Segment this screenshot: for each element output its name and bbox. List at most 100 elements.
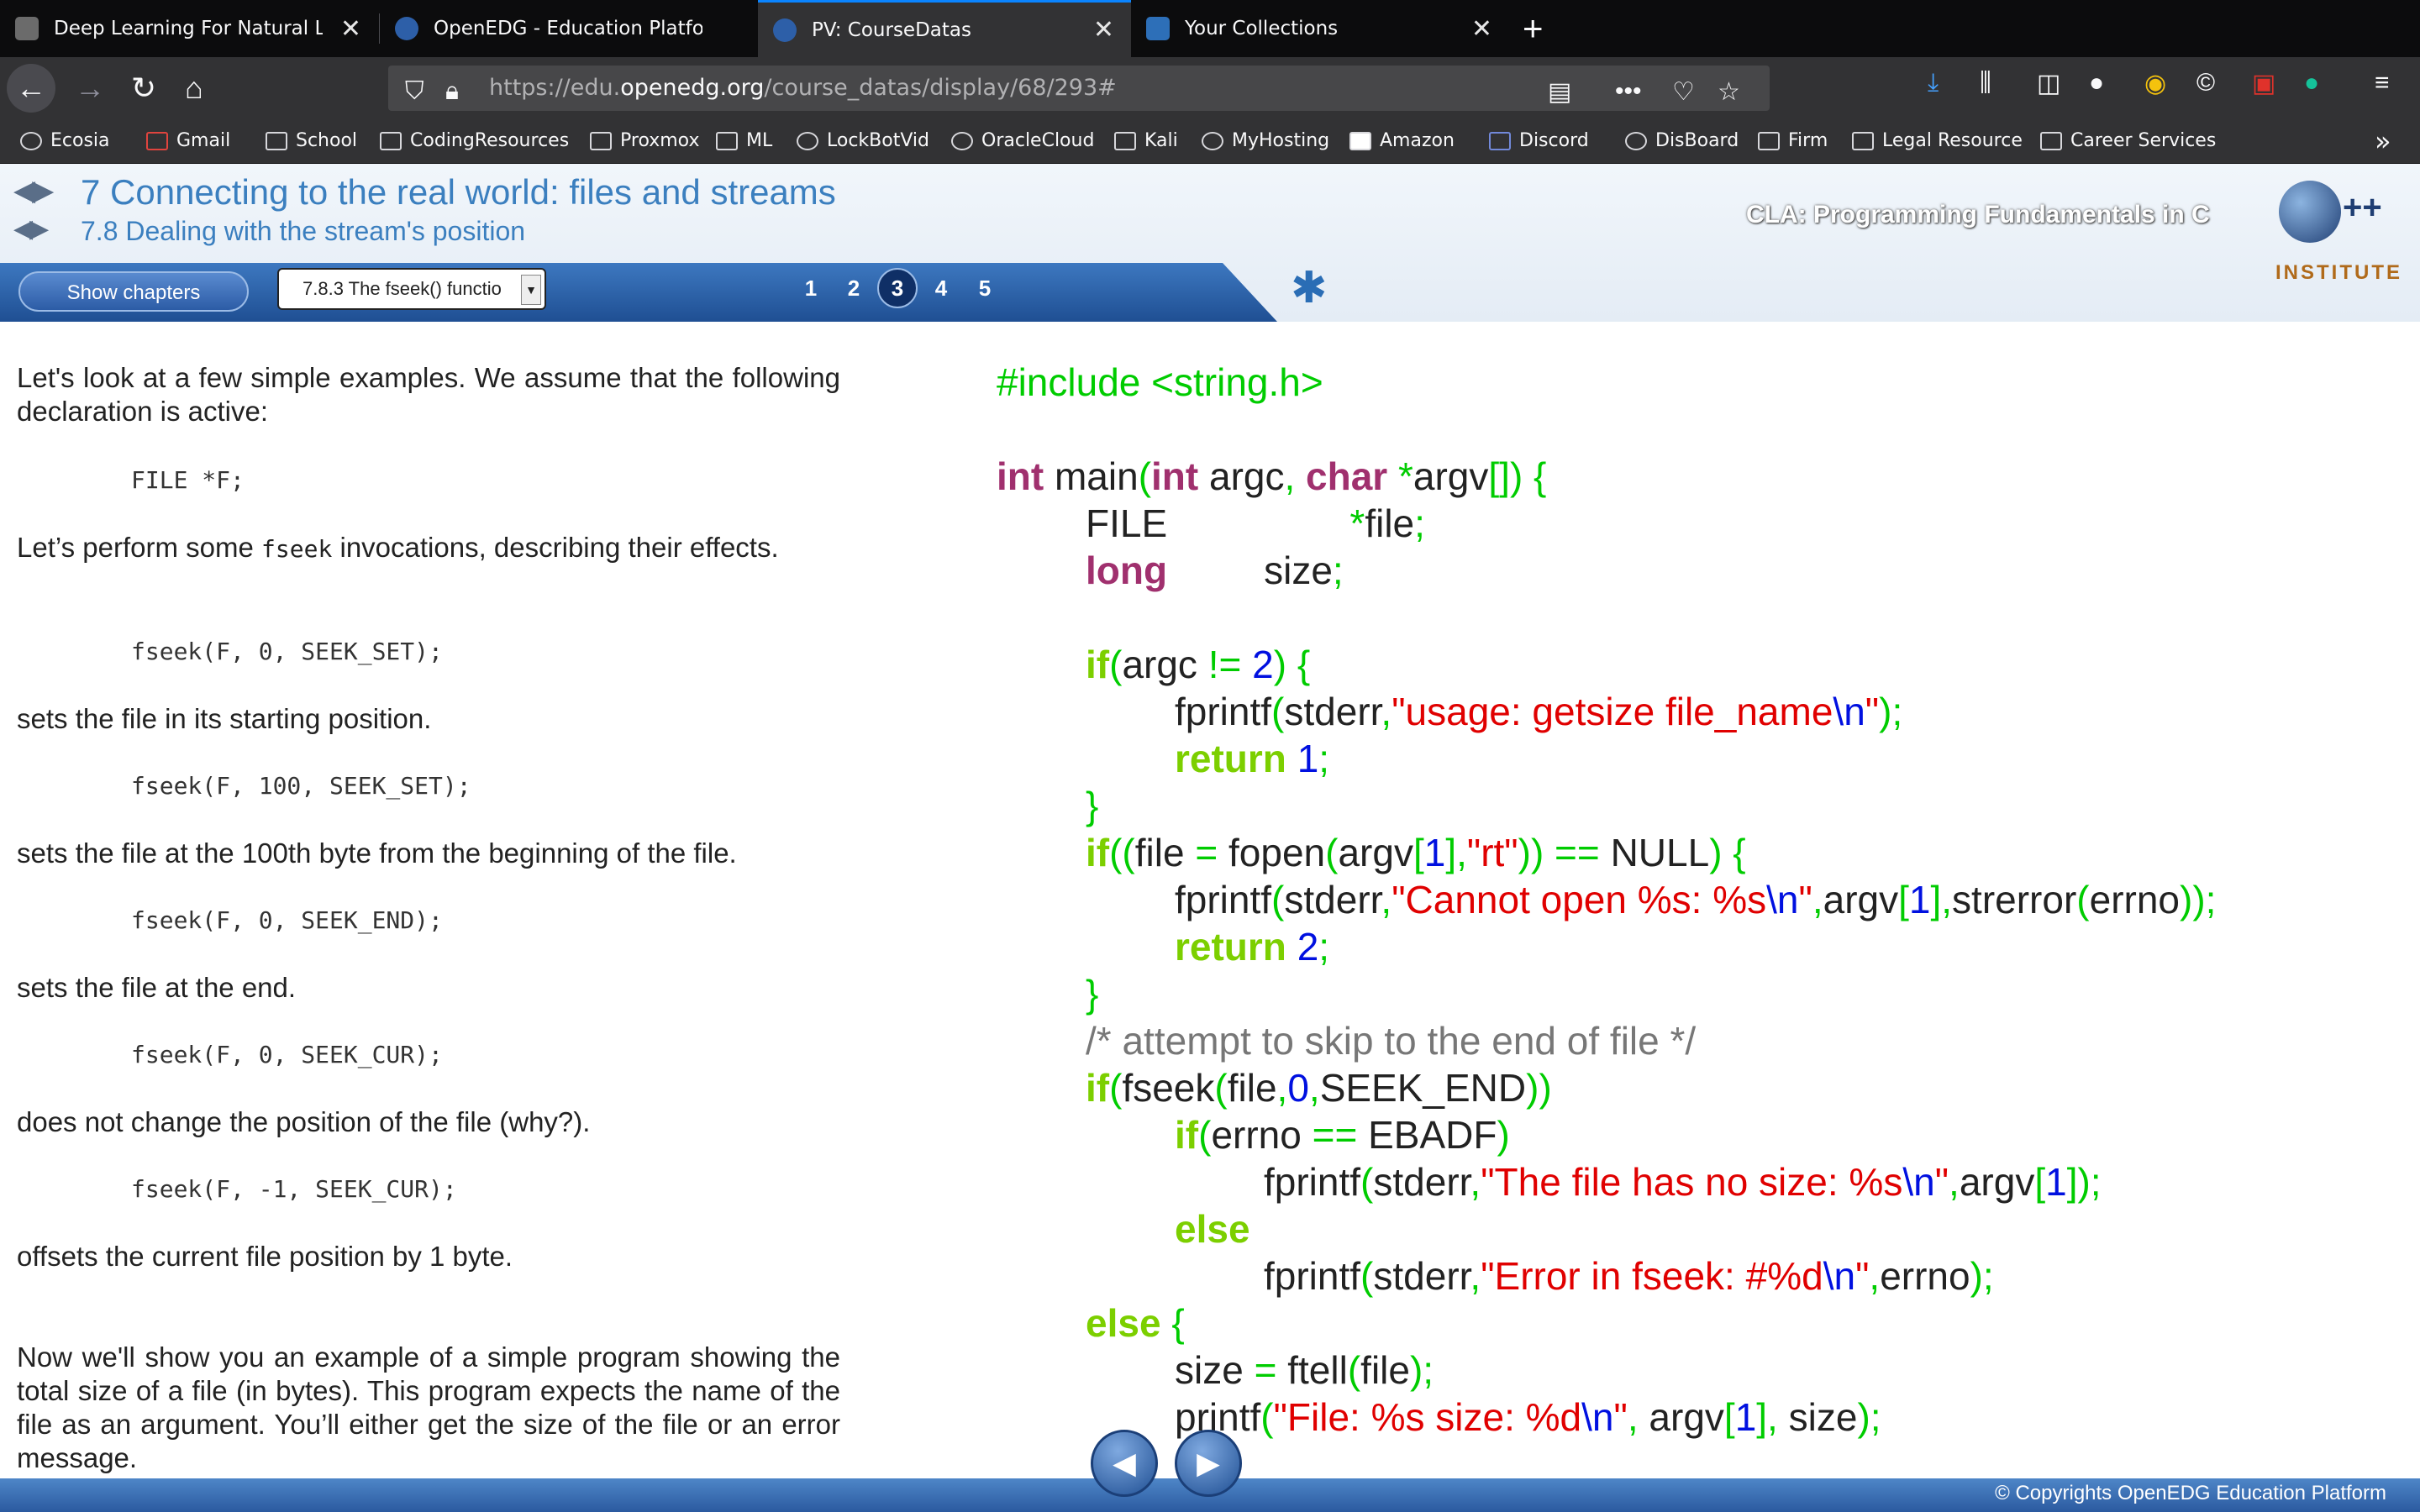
bookmark-item[interactable]: DisBoard <box>1625 119 1739 163</box>
bookmark-item[interactable]: MyHosting <box>1202 119 1329 163</box>
code-snippet: fseek(F, 0, SEEK_END); <box>131 906 443 934</box>
grammarly-icon[interactable]: ● <box>2304 69 2319 97</box>
bookmark-label: OracleCloud <box>981 130 1095 151</box>
topic-select[interactable]: 7.8.3 The fseek() functio ▼ <box>277 268 546 310</box>
course-title: CLA: Programming Fundamentals in C <box>1746 201 2210 228</box>
tab-title: PV: CourseDatas <box>812 18 971 41</box>
openedg-icon <box>395 17 418 40</box>
page-actions-icon[interactable]: ••• <box>1615 77 1642 106</box>
code-line: if(fseek(file,0,SEEK_END)) <box>1086 1066 1552 1110</box>
url-text[interactable]: https://edu.openedg.org/course_datas/dis… <box>489 66 1117 111</box>
paragraph-text: invocations, describing their effects. <box>332 532 779 563</box>
extension-c-icon[interactable]: © <box>2196 69 2215 97</box>
url-bar[interactable]: ⛉ 🔒︎ https://edu.openedg.org/course_data… <box>388 66 1770 111</box>
gmail-icon <box>146 132 168 150</box>
bookmark-label: Discord <box>1519 130 1589 151</box>
pocket-icon[interactable]: ♡ <box>1672 77 1695 107</box>
paragraph: offsets the current file position by 1 b… <box>17 1241 513 1272</box>
url-path: /course_datas/display/68/293# <box>764 75 1117 101</box>
close-tab-icon[interactable]: ✕ <box>340 14 361 44</box>
tab-title: Your Collections <box>1185 18 1339 39</box>
bookmark-folder[interactable]: Firm <box>1758 119 1828 163</box>
reader-view-icon[interactable]: ▤ <box>1548 77 1571 107</box>
forward-button[interactable]: → <box>69 67 111 109</box>
discord-icon <box>1489 132 1511 150</box>
bookmark-label: CodingResources <box>410 130 570 151</box>
bookmark-label: Ecosia <box>50 130 110 151</box>
globe-icon <box>797 132 818 150</box>
bookmark-folder[interactable]: Proxmox <box>590 119 699 163</box>
tab-deep-learning[interactable]: Deep Learning For Natural Lang ✕ <box>0 0 378 57</box>
bookmarks-overflow-icon[interactable]: » <box>2375 119 2391 163</box>
bookmark-folder[interactable]: CodingResources <box>380 119 569 163</box>
code-line: } <box>1086 972 1099 1016</box>
code-line: else { <box>1086 1301 1185 1345</box>
sidebar-icon[interactable]: ◫ <box>2037 69 2060 98</box>
page-icon <box>15 17 39 40</box>
show-chapters-button[interactable]: Show chapters <box>18 271 249 312</box>
ecosia-icon <box>20 132 42 150</box>
code-snippet: fseek(F, 100, SEEK_SET); <box>131 772 471 800</box>
bug-report-icon[interactable]: ✱ <box>1291 263 1328 313</box>
code-snippet: fseek(F, -1, SEEK_CUR); <box>131 1175 457 1203</box>
page-link-2[interactable]: 2 <box>834 268 874 308</box>
chrome-extension-icon[interactable]: ◉ <box>2144 69 2166 98</box>
section-nav-arrows-icon[interactable]: ◀▶ <box>13 214 49 244</box>
back-button[interactable]: ← <box>7 64 55 113</box>
code-line: else <box>1175 1207 1250 1251</box>
code-snippet: fseek(F, 0, SEEK_SET); <box>131 638 443 665</box>
page-link-4[interactable]: 4 <box>921 268 961 308</box>
page-link-5[interactable]: 5 <box>965 268 1005 308</box>
folder-icon <box>1852 132 1874 150</box>
menu-icon[interactable]: ≡ <box>2375 69 2390 97</box>
bookmark-item[interactable]: Amazon <box>1349 119 1455 163</box>
collections-icon <box>1146 17 1170 40</box>
tab-your-collections[interactable]: Your Collections ✕ <box>1131 0 1509 57</box>
paragraph: Let's look at a few simple examples. We … <box>17 362 840 427</box>
lock-icon[interactable]: 🔒︎ <box>445 77 459 106</box>
code-line: size = ftell(file); <box>1175 1348 1434 1392</box>
page-link-3-current[interactable]: 3 <box>877 268 918 308</box>
extension-icon[interactable]: ● <box>2089 69 2104 97</box>
chapter-nav-arrows-icon[interactable]: ◀▶ <box>13 174 54 207</box>
downloads-icon[interactable]: ⤓ <box>1928 69 1939 97</box>
flash-icon[interactable]: ▣ <box>2252 69 2275 98</box>
bookmark-label: School <box>296 130 358 151</box>
bookmark-item[interactable]: OracleCloud <box>951 119 1094 163</box>
previous-page-button[interactable]: ◀ <box>1091 1430 1158 1497</box>
bookmark-item[interactable]: Ecosia <box>20 119 110 163</box>
tab-coursedatas[interactable]: PV: CourseDatas ✕ <box>758 0 1131 57</box>
next-page-button[interactable]: ▶ <box>1175 1430 1242 1497</box>
code-line: printf("File: %s size: %d\n", argv[1], s… <box>1175 1395 1881 1439</box>
bookmark-folder[interactable]: ML <box>716 119 772 163</box>
bookmark-item[interactable]: Gmail <box>146 119 230 163</box>
close-tab-icon[interactable]: ✕ <box>1471 14 1492 44</box>
code-line: FILE *file; <box>1086 501 1425 545</box>
folder-icon <box>1114 132 1136 150</box>
home-button[interactable]: ⌂ <box>173 67 215 109</box>
code-line: if(argc != 2) { <box>1086 643 1311 686</box>
paragraph: Now we'll show you an example of a simpl… <box>17 1341 840 1473</box>
tab-openedg[interactable]: OpenEDG - Education Platform <box>380 0 758 57</box>
bookmark-item[interactable]: Discord <box>1489 119 1589 163</box>
tab-title: Deep Learning For Natural Lang <box>54 18 323 39</box>
code-line: fprintf(stderr,"usage: getsize file_name… <box>1175 690 1903 733</box>
bookmark-folder[interactable]: Career Services <box>2040 119 2216 163</box>
bookmark-folder[interactable]: Legal Resource <box>1852 119 2023 163</box>
library-icon[interactable]: ⫼ <box>1980 69 1991 97</box>
bookmark-label: Legal Resource <box>1882 130 2023 151</box>
new-tab-button[interactable]: + <box>1523 8 1544 49</box>
chapter-title[interactable]: 7 Connecting to the real world: files an… <box>81 172 836 213</box>
code-line: fprintf(stderr,"Error in fseek: #%d\n",e… <box>1264 1254 1994 1298</box>
reload-button[interactable]: ↻ <box>123 67 165 109</box>
bookmark-star-icon[interactable]: ☆ <box>1718 77 1740 107</box>
shield-icon[interactable]: ⛉ <box>405 77 424 106</box>
section-title[interactable]: 7.8 Dealing with the stream's position <box>81 216 525 247</box>
bookmark-folder[interactable]: Kali <box>1114 119 1178 163</box>
bookmark-label: Firm <box>1788 130 1828 151</box>
chevron-down-icon[interactable]: ▼ <box>521 275 541 305</box>
page-link-1[interactable]: 1 <box>791 268 831 308</box>
bookmark-item[interactable]: LockBotVid <box>797 119 929 163</box>
close-tab-icon[interactable]: ✕ <box>1093 15 1114 45</box>
bookmark-folder[interactable]: School <box>266 119 357 163</box>
